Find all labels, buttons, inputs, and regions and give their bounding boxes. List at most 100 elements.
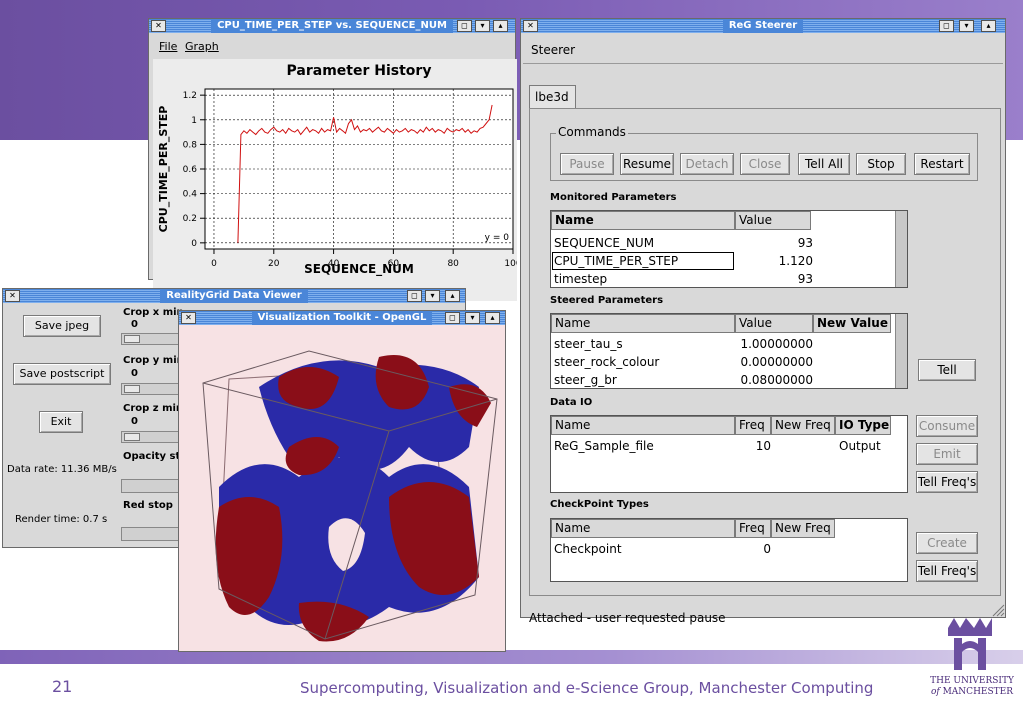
minimize-icon[interactable]: ▾ [465,312,480,324]
exit-button[interactable]: Exit [39,411,83,433]
table-row[interactable]: CPU_TIME_PER_STEP [554,253,678,269]
crop-z-value: 0 [131,416,138,427]
chart-title: Parameter History [287,63,432,79]
data-viewer-title: RealityGrid Data Viewer [160,289,308,303]
parameter-history-chart: Parameter History00.20.40.60.811.20 20 40 6… [157,63,522,277]
col-name[interactable]: Name [551,211,735,230]
checkpoint-title: CheckPoint Types [550,499,649,510]
slide-number: 21 [52,677,73,696]
col-new-freq[interactable]: New Freq [771,519,835,538]
close-icon[interactable]: ✕ [181,312,196,324]
slider-thumb[interactable] [124,385,140,393]
commands-title: Commands [556,125,628,139]
table-row[interactable]: steer_tau_s [554,336,623,352]
table-row[interactable]: timestep [554,271,607,287]
restart-button[interactable]: Restart [914,153,970,175]
steerer-titlebar[interactable]: ReG Steerer [521,19,1005,33]
emit-button[interactable]: Emit [916,443,978,465]
tell-button[interactable]: Tell [918,359,976,381]
col-freq[interactable]: Freq [735,416,771,435]
table-row[interactable]: ReG_Sample_file [554,438,654,454]
col-new-freq[interactable]: New Freq [771,416,835,435]
table-row[interactable]: steer_rock_colour [554,354,659,370]
close-icon[interactable]: ✕ [523,20,538,32]
maximize-icon[interactable]: ▴ [981,20,996,32]
monitored-table: Name Value SEQUENCE_NUM 93 CPU_TIME_PER_… [550,210,908,288]
x-tick-label: 0 [211,259,217,269]
dataio-table: Name Freq New Freq IO Type ReG_Sample_fi… [550,415,908,493]
menu-graph[interactable]: Graph [185,40,219,53]
detach-button[interactable]: Detach [680,153,734,175]
table-row[interactable]: SEQUENCE_NUM [554,235,654,251]
y-tick-label: 1 [191,116,197,126]
restore-icon[interactable]: ◻ [457,20,472,32]
steered-title: Steered Parameters [550,295,664,306]
slider-thumb[interactable] [124,335,140,343]
menu-steerer[interactable]: Steerer [531,43,575,57]
x-axis-label: SEQUENCE_NUM [304,262,414,277]
minimize-icon[interactable]: ▾ [959,20,974,32]
y-tick-label: 0.8 [183,140,198,150]
save-jpeg-button[interactable]: Save jpeg [23,315,101,337]
x-tick-label: 80 [447,259,459,269]
menu-file[interactable]: File [159,40,177,53]
x-tick-label: 100 [504,259,517,269]
table-cell: 1.00000000 [740,337,813,351]
col-name[interactable]: Name [551,314,735,333]
y-tick-label: 1.2 [183,91,197,101]
consume-button[interactable]: Consume [916,415,978,437]
resize-grip-icon[interactable] [991,603,1005,617]
maximize-icon[interactable]: ▴ [485,312,500,324]
minimize-icon[interactable]: ▾ [425,290,440,302]
maximize-icon[interactable]: ▴ [493,20,508,32]
col-new-value[interactable]: New Value [813,314,891,333]
graph-window-title: CPU_TIME_PER_STEP vs. SEQUENCE_NUM [211,19,453,33]
col-value[interactable]: Value [735,211,811,230]
slide-footer-band [0,650,1023,664]
slider-thumb[interactable] [124,433,140,441]
col-value[interactable]: Value [735,314,813,333]
data-viewer-titlebar[interactable]: RealityGrid Data Viewer [3,289,465,303]
create-button[interactable]: Create [916,532,978,554]
tab-lbe3d[interactable]: lbe3d [529,85,576,109]
minimize-icon[interactable]: ▾ [475,20,490,32]
crop-y-slider[interactable] [121,383,181,395]
close-icon[interactable]: ✕ [151,20,166,32]
graph-window: CPU_TIME_PER_STEP vs. SEQUENCE_NUM ✕ ◻ ▾… [148,18,522,301]
vtk-window: Visualization Toolkit - OpenGL ✕ ◻ ▾ ▴ [178,310,506,652]
tell-freqs-button[interactable]: Tell Freq's [916,560,978,582]
table-row[interactable]: steer_g_br [554,372,617,388]
scrollbar[interactable] [895,211,907,287]
pause-button[interactable]: Pause [560,153,614,175]
resume-button[interactable]: Resume [620,153,674,175]
col-freq[interactable]: Freq [735,519,771,538]
save-postscript-button[interactable]: Save postscript [13,363,111,385]
crop-z-slider[interactable] [121,431,181,443]
close-icon[interactable]: ✕ [5,290,20,302]
restore-icon[interactable]: ◻ [407,290,422,302]
tell-all-button[interactable]: Tell All [798,153,850,175]
table-cell: Output [839,439,881,453]
col-io-type[interactable]: IO Type [835,416,891,435]
y-axis-label: CPU_TIME_PER_STEP [157,106,170,233]
tell-freqs-button[interactable]: Tell Freq's [916,471,978,493]
close-button[interactable]: Close [740,153,790,175]
restore-icon[interactable]: ◻ [445,312,460,324]
maximize-icon[interactable]: ▴ [445,290,460,302]
steerer-window: ReG Steerer ✕ ◻ ▾ ▴ Steerer lbe3d Comman… [520,18,1006,625]
y-tick-label: 0.6 [183,165,198,175]
volume-render-canvas[interactable] [179,327,505,651]
scrollbar[interactable] [895,314,907,388]
crop-y-value: 0 [131,368,138,379]
crop-x-slider[interactable] [121,333,181,345]
table-cell: 0.08000000 [740,373,813,387]
col-name[interactable]: Name [551,519,735,538]
restore-icon[interactable]: ◻ [939,20,954,32]
crop-y-label: Crop y min [123,355,184,366]
opacity-step-slider[interactable] [121,479,181,493]
stop-button[interactable]: Stop [856,153,906,175]
vtk-title: Visualization Toolkit - OpenGL [251,311,433,325]
table-row[interactable]: Checkpoint [554,541,622,557]
red-stop-slider[interactable] [121,527,181,541]
col-name[interactable]: Name [551,416,735,435]
